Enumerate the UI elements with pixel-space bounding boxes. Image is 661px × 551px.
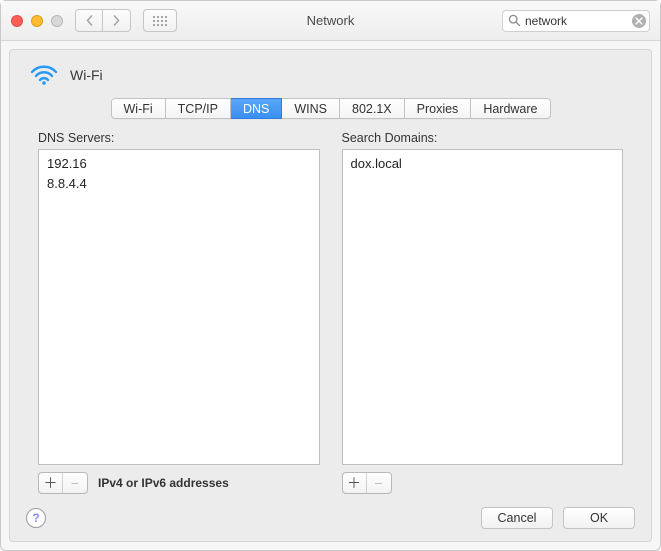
cancel-button[interactable]: Cancel	[481, 507, 553, 529]
tab-dns[interactable]: DNS	[231, 98, 282, 119]
dns-server-item[interactable]: 8.8.4.4	[45, 174, 313, 194]
search-domains-label: Search Domains:	[342, 131, 624, 145]
nav-buttons	[75, 9, 131, 32]
domains-remove-button[interactable]: −	[367, 473, 391, 493]
dns-hint: IPv4 or IPv6 addresses	[98, 476, 229, 490]
dns-servers-list[interactable]: 192.168.8.4.4	[38, 149, 320, 465]
network-advanced-window: Network Wi-Fi Wi-FiTCP/IP	[0, 0, 661, 551]
wifi-icon	[30, 64, 58, 86]
domains-add-button[interactable]: ＋	[343, 473, 367, 493]
clear-search-button[interactable]	[632, 14, 646, 28]
tab-bar: Wi-FiTCP/IPDNSWINS802.1XProxiesHardware	[10, 98, 651, 119]
dns-panel: DNS Servers: 192.168.8.4.4 ＋ − IPv4 or I…	[10, 131, 651, 495]
close-window-button[interactable]	[11, 15, 23, 27]
domains-add-remove: ＋ −	[342, 472, 392, 494]
search-input[interactable]	[502, 10, 650, 32]
window-controls	[11, 15, 63, 27]
search-icon	[508, 14, 521, 30]
dns-add-button[interactable]: ＋	[39, 473, 63, 493]
zoom-window-button[interactable]	[51, 15, 63, 27]
search-field-wrap	[502, 10, 650, 32]
chevron-right-icon	[112, 15, 121, 26]
search-domain-item[interactable]: dox.local	[349, 154, 617, 174]
chevron-left-icon	[85, 15, 94, 26]
ok-button[interactable]: OK	[563, 507, 635, 529]
dns-server-item[interactable]: 192.16	[45, 154, 313, 174]
service-name: Wi-Fi	[70, 67, 103, 83]
back-button[interactable]	[75, 9, 103, 32]
tab-proxies[interactable]: Proxies	[405, 98, 472, 119]
help-button[interactable]: ?	[26, 508, 46, 528]
advanced-sheet: Wi-Fi Wi-FiTCP/IPDNSWINS802.1XProxiesHar…	[9, 49, 652, 542]
tab-8021x[interactable]: 802.1X	[340, 98, 405, 119]
grid-icon	[153, 16, 167, 26]
tab-tcpip[interactable]: TCP/IP	[166, 98, 231, 119]
x-icon	[635, 17, 643, 25]
dns-servers-column: DNS Servers: 192.168.8.4.4 ＋ − IPv4 or I…	[38, 131, 320, 495]
service-header: Wi-Fi	[10, 64, 651, 94]
tab-wins[interactable]: WINS	[282, 98, 340, 119]
dns-servers-label: DNS Servers:	[38, 131, 320, 145]
forward-button[interactable]	[103, 9, 131, 32]
dns-add-remove: ＋ −	[38, 472, 88, 494]
search-domains-list[interactable]: dox.local	[342, 149, 624, 465]
dns-remove-button[interactable]: −	[63, 473, 87, 493]
minimize-window-button[interactable]	[31, 15, 43, 27]
sheet-footer: ? Cancel OK	[10, 495, 651, 529]
titlebar: Network	[1, 1, 660, 41]
search-domains-column: Search Domains: dox.local ＋ −	[342, 131, 624, 495]
tab-hardware[interactable]: Hardware	[471, 98, 550, 119]
tab-wifi[interactable]: Wi-Fi	[111, 98, 166, 119]
show-all-button[interactable]	[143, 9, 177, 32]
